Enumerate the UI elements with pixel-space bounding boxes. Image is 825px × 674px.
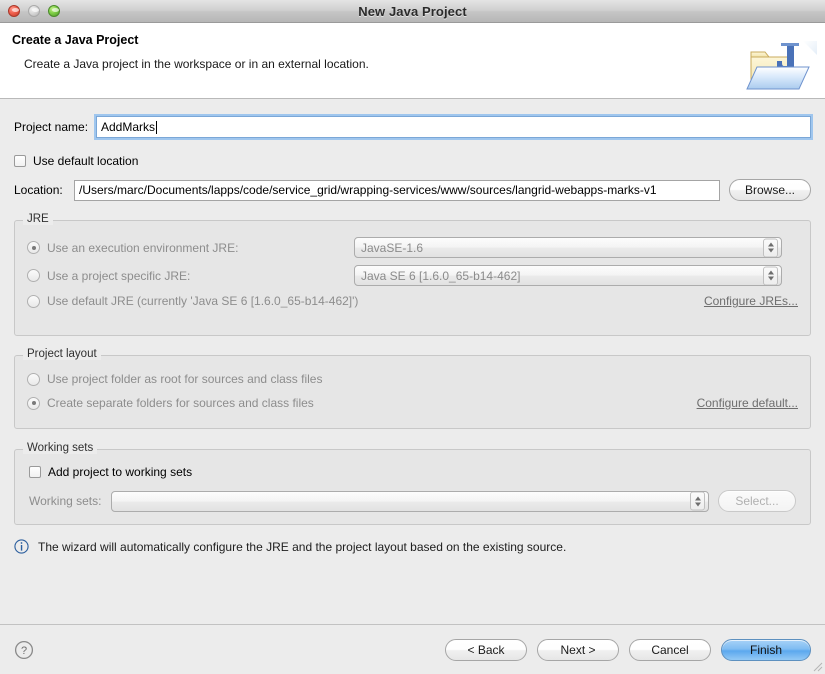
cancel-button[interactable]: Cancel [629,638,711,661]
window-title: New Java Project [358,3,467,19]
jre-execution-environment-combo[interactable]: JavaSE-1.6 [354,237,782,258]
jre-project-specific-radio[interactable] [27,269,40,282]
jre-group-title: JRE [23,213,53,225]
use-default-location-row[interactable]: Use default location [14,154,811,168]
use-default-location-label: Use default location [33,154,139,168]
add-to-working-sets-checkbox[interactable] [29,466,41,478]
chevron-stepper-icon[interactable] [763,266,778,285]
chevron-stepper-icon[interactable] [763,238,778,257]
project-name-value: AddMarks [101,120,156,134]
configure-default-link[interactable]: Configure default... [697,396,798,410]
finish-button[interactable]: Finish [721,638,811,661]
working-sets-select-row: Working sets: Select... [15,490,810,512]
jre-group: JRE Use an execution environment JRE: Ja… [14,213,811,336]
browse-button[interactable]: Browse... [729,179,811,201]
minimize-button[interactable] [28,5,40,17]
jre-option-default[interactable]: Use default JRE (currently 'Java SE 6 [1… [15,294,810,308]
new-java-project-dialog: New Java Project Create a Java Project C… [0,0,825,674]
jre-execution-environment-combo-value: JavaSE-1.6 [361,240,424,255]
project-layout-group: Project layout Use project folder as roo… [14,348,811,429]
dialog-footer: ? < Back Next > Cancel Finish [0,624,825,674]
working-sets-group-title: Working sets [23,442,98,454]
location-row: Location: /Users/marc/Documents/lapps/co… [14,179,811,201]
footer-button-group: < Back Next > Cancel Finish [445,638,811,661]
location-label: Location: [14,183,63,197]
page-description: Create a Java project in the workspace o… [24,57,369,71]
layout-project-folder-label: Use project folder as root for sources a… [47,372,323,386]
layout-separate-folders-label: Create separate folders for sources and … [47,396,314,410]
close-button[interactable] [8,5,20,17]
info-circle-icon [14,539,29,554]
use-default-location-checkbox[interactable] [14,155,26,167]
jre-option-execution-environment[interactable]: Use an execution environment JRE: JavaSE… [15,237,810,258]
project-name-label: Project name: [14,120,89,134]
info-message-row: The wizard will automatically configure … [14,539,811,554]
working-sets-combo[interactable] [111,490,709,512]
working-sets-group: Working sets Add project to working sets… [14,442,811,525]
svg-text:?: ? [21,645,27,657]
layout-separate-folders-radio[interactable] [27,396,40,410]
jre-execution-environment-radio[interactable] [27,241,40,254]
chevron-stepper-icon[interactable] [690,491,705,511]
title-bar: New Java Project [0,0,825,23]
help-question-icon[interactable]: ? [14,640,34,660]
jre-project-specific-combo[interactable]: Java SE 6 [1.6.0_65-b14-462] [354,265,782,286]
layout-option-project-folder[interactable]: Use project folder as root for sources a… [15,372,810,386]
jre-execution-environment-label: Use an execution environment JRE: [47,240,239,255]
working-sets-combo-label: Working sets: [29,494,102,508]
wizard-header: Create a Java Project Create a Java proj… [0,23,825,99]
window-controls [0,5,60,17]
layout-project-folder-radio[interactable] [27,372,40,386]
add-to-working-sets-row[interactable]: Add project to working sets [15,465,810,479]
jre-project-specific-label: Use a project specific JRE: [47,268,191,283]
back-button[interactable]: < Back [445,638,527,661]
location-input[interactable]: /Users/marc/Documents/lapps/code/service… [74,179,720,201]
jre-project-specific-combo-value: Java SE 6 [1.6.0_65-b14-462] [361,268,521,283]
project-name-input[interactable]: AddMarks [94,114,813,140]
layout-option-separate-folders[interactable]: Create separate folders for sources and … [15,396,810,410]
text-caret [156,120,158,134]
location-value: /Users/marc/Documents/lapps/code/service… [79,183,657,197]
project-layout-group-title: Project layout [23,348,101,360]
project-name-row: Project name: AddMarks [14,114,813,140]
page-title: Create a Java Project [12,33,139,47]
info-message-text: The wizard will automatically configure … [38,539,567,554]
resize-grip[interactable] [810,659,823,672]
java-project-folder-icon [746,41,817,90]
zoom-button[interactable] [48,5,60,17]
configure-jres-link[interactable]: Configure JREs... [704,294,798,308]
dialog-body: Project name: AddMarks Use default locat… [0,99,825,624]
jre-default-radio[interactable] [27,294,40,308]
next-button[interactable]: Next > [537,638,619,661]
add-to-working-sets-label: Add project to working sets [48,465,193,479]
jre-default-label: Use default JRE (currently 'Java SE 6 [1… [47,294,359,308]
working-sets-select-button[interactable]: Select... [718,490,796,512]
jre-option-project-specific[interactable]: Use a project specific JRE: Java SE 6 [1… [15,265,810,286]
